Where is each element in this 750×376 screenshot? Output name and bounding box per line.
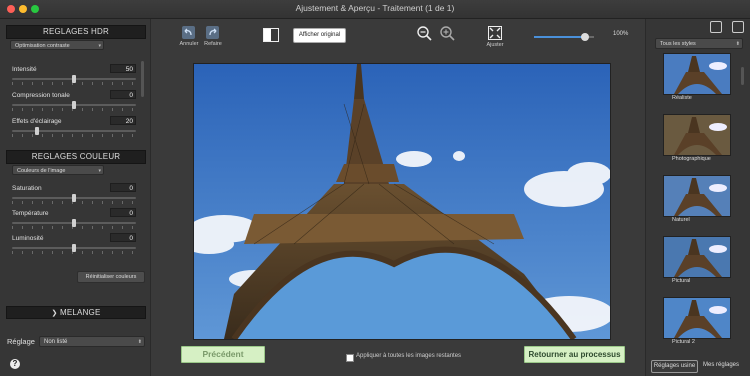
fit-label: Ajuster <box>486 42 504 48</box>
redo-icon <box>206 26 219 39</box>
styles-filter-select[interactable]: Tous les styles ⬍ <box>655 38 743 49</box>
hdr-slider-knob[interactable] <box>72 101 76 109</box>
hdr-slider-value[interactable]: 50 <box>110 64 136 73</box>
color-preset-value: Couleurs de l'image <box>17 168 66 174</box>
zoom-out-icon[interactable] <box>417 26 432 46</box>
chevron-updown-icon: ⬍ <box>137 339 142 345</box>
hdr-scrollbar[interactable] <box>141 61 144 97</box>
chevron-down-icon: ▾ <box>98 43 101 49</box>
reglage-label: Réglage <box>7 337 35 346</box>
reglage-select[interactable]: Non listé ⬍ <box>39 336 145 347</box>
return-to-process-button[interactable]: Retourner au processus <box>524 346 625 363</box>
hdr-settings-header: REGLAGES HDR <box>6 25 146 39</box>
style-thumbnail-label: Réaliste <box>672 95 692 101</box>
color-slider-label: Saturation <box>12 185 42 192</box>
title-bar: Ajustement & Aperçu - Traitement (1 de 1… <box>0 0 750 19</box>
color-preset-select[interactable]: Couleurs de l'image ▾ <box>12 165 104 175</box>
hdr-slider-label: Effets d'éclairage <box>12 118 62 125</box>
hdr-slider-knob[interactable] <box>72 75 76 83</box>
hdr-slider-label: Compression tonale <box>12 92 70 99</box>
reset-colors-button[interactable]: Réinitialiser couleurs <box>77 271 145 283</box>
style-thumbnail-label: Pictural 2 <box>672 339 695 345</box>
hdr-preset-value: Optimisation contraste <box>15 43 70 49</box>
panel-icon-2[interactable] <box>732 21 744 33</box>
undo-button[interactable]: Annuler <box>179 26 199 52</box>
color-slider-label: Luminosité <box>12 235 44 242</box>
my-settings-tab[interactable]: Mes réglages <box>703 362 739 368</box>
apply-all-checkbox[interactable] <box>346 354 354 362</box>
show-original-button[interactable]: Afficher original <box>293 28 346 43</box>
style-thumbnail[interactable] <box>663 236 731 278</box>
style-thumbnail-label: Pictural <box>672 278 691 284</box>
style-thumbnail[interactable] <box>663 53 731 95</box>
preview-image <box>193 63 611 340</box>
color-slider-label: Température <box>12 210 49 217</box>
fit-button[interactable]: Ajuster <box>484 26 506 52</box>
redo-button[interactable]: Refaire <box>203 26 223 52</box>
hdr-slider-value[interactable]: 20 <box>110 116 136 125</box>
color-slider-value[interactable]: 0 <box>110 208 136 217</box>
chevron-updown-icon: ⬍ <box>735 41 740 47</box>
hdr-slider-knob[interactable] <box>34 127 39 135</box>
melange-toggle[interactable]: ❯ MELANGE <box>6 306 146 319</box>
hdr-slider-track[interactable] <box>12 130 136 132</box>
color-settings-header: REGLAGES COULEUR <box>6 150 146 164</box>
style-thumbnail-label: Photographique <box>672 156 711 162</box>
hdr-slider-value[interactable]: 0 <box>110 90 136 99</box>
previous-button[interactable]: Précédent <box>181 346 265 363</box>
style-thumbnail-label: Naturel <box>672 217 690 223</box>
color-slider-knob[interactable] <box>72 244 76 252</box>
color-slider-value[interactable]: 0 <box>110 233 136 242</box>
hdr-slider-ticks <box>12 134 136 137</box>
color-slider-knob[interactable] <box>72 219 76 227</box>
styles-panel: Tous les styles ⬍ Réaliste Photographique… <box>645 19 750 376</box>
redo-label: Refaire <box>204 41 222 47</box>
hdr-slider-label: Intensité <box>12 66 37 73</box>
apply-all-label: Appliquer à toutes les images restantes <box>356 353 462 359</box>
undo-icon <box>182 26 195 39</box>
color-slider-value[interactable]: 0 <box>110 183 136 192</box>
zoom-value: 100% <box>613 31 629 37</box>
chevron-right-icon: ❯ <box>51 310 58 317</box>
zoom-slider[interactable] <box>534 33 594 41</box>
zoom-slider-knob[interactable] <box>581 33 589 41</box>
reglage-value: Non listé <box>44 339 68 345</box>
undo-label: Annuler <box>179 41 199 47</box>
style-thumbnail[interactable] <box>663 114 731 156</box>
factory-settings-tab[interactable]: Réglages usine <box>651 360 698 373</box>
chevron-down-icon: ▾ <box>98 168 101 174</box>
panel-icon-1[interactable] <box>710 21 722 33</box>
color-slider-knob[interactable] <box>72 194 76 202</box>
melange-label: MELANGE <box>59 308 101 317</box>
styles-scrollbar[interactable] <box>741 67 744 85</box>
window-title: Ajustement & Aperçu - Traitement (1 de 1… <box>295 3 455 13</box>
styles-filter-value: Tous les styles <box>660 41 696 47</box>
style-thumbnail[interactable] <box>663 175 731 217</box>
zoom-in-icon[interactable] <box>440 26 455 46</box>
left-panel: REGLAGES HDR Optimisation contraste ▾ In… <box>0 19 151 376</box>
hdr-preset-select[interactable]: Optimisation contraste ▾ <box>10 40 104 50</box>
compare-icon[interactable] <box>263 28 279 42</box>
help-icon[interactable]: ? <box>10 359 20 369</box>
style-thumbnail[interactable] <box>663 297 731 339</box>
